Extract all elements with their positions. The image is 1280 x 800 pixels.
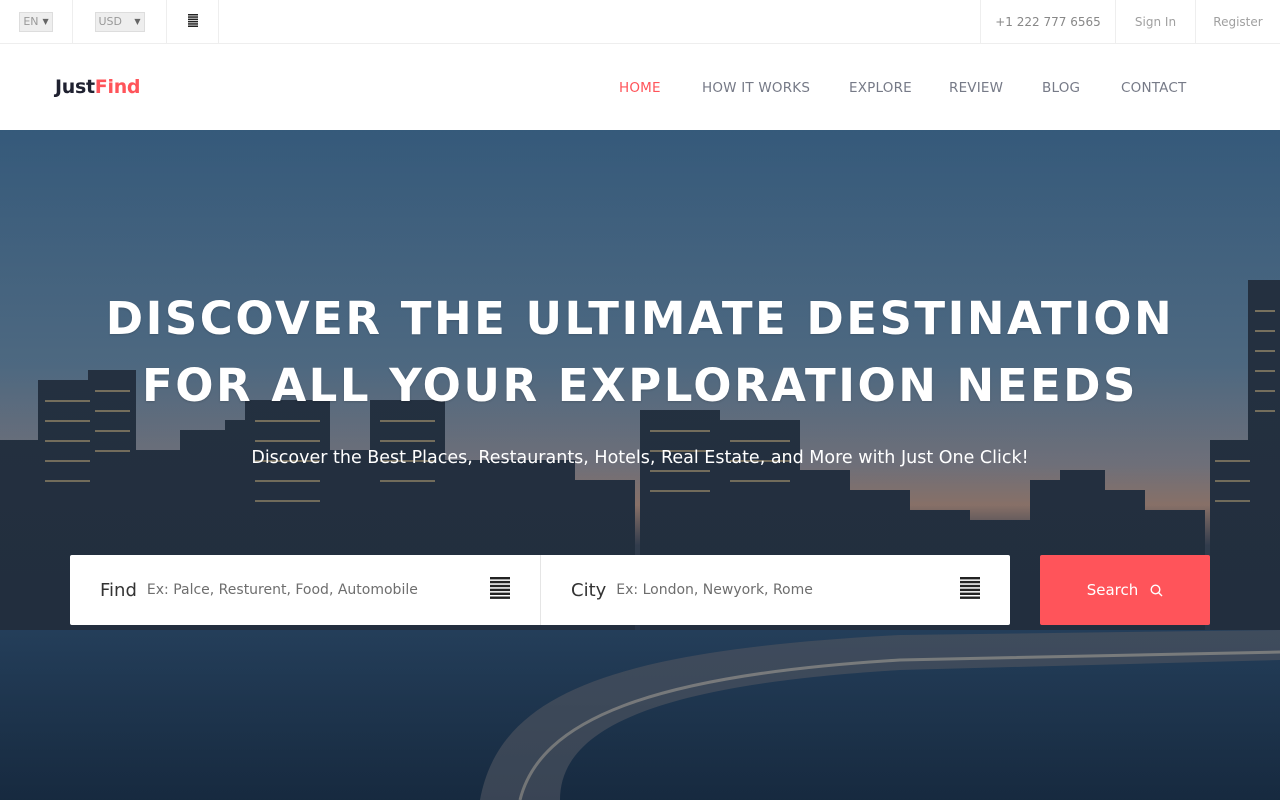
- nav-item-explore[interactable]: EXPLORE: [849, 80, 912, 96]
- nav-item-blog[interactable]: BLOG: [1042, 80, 1080, 96]
- search-button-label: Search: [1086, 581, 1139, 599]
- search-form: Find City: [70, 555, 1010, 625]
- hero-title-line1: DISCOVER THE ULTIMATE DESTINATION: [105, 292, 1175, 345]
- hero-title: DISCOVER THE ULTIMATE DESTINATION FOR AL…: [0, 285, 1280, 419]
- hero-title-line2: FOR ALL YOUR EXPLORATION NEEDS: [142, 359, 1138, 412]
- menu-icon[interactable]: [187, 13, 198, 30]
- list-icon[interactable]: [490, 577, 510, 604]
- chevron-down-icon: ▼: [134, 16, 141, 26]
- search-button[interactable]: Search: [1040, 555, 1210, 625]
- brand-logo[interactable]: JustFind: [55, 76, 141, 98]
- top-bar: EN ▼ USD ▼ +1 222 777 6565 Sign In Regis…: [0, 0, 1280, 44]
- nav-item-review[interactable]: REVIEW: [949, 80, 1003, 96]
- signin-cell: Sign In: [1116, 0, 1196, 43]
- currency-cell: USD ▼: [73, 0, 167, 43]
- main-nav: JustFind HOME HOW IT WORKS EXPLORE REVIE…: [0, 44, 1280, 130]
- menu-cell: [167, 0, 219, 43]
- register-link[interactable]: Register: [1213, 15, 1262, 29]
- brand-name-part2: Find: [94, 76, 141, 98]
- currency-value: USD: [98, 14, 123, 28]
- nav-item-contact[interactable]: CONTACT: [1121, 80, 1186, 96]
- chevron-down-icon: ▼: [42, 16, 49, 26]
- city-input[interactable]: [616, 582, 937, 598]
- search-icon: [1150, 583, 1163, 597]
- language-value: EN: [23, 14, 39, 28]
- brand-name-part1: Just: [55, 76, 95, 98]
- signin-link[interactable]: Sign In: [1135, 15, 1176, 29]
- phone-cell: +1 222 777 6565: [980, 0, 1116, 43]
- city-field: City: [540, 555, 1010, 625]
- register-cell: Register: [1196, 0, 1280, 43]
- nav-item-how-it-works[interactable]: HOW IT WORKS: [702, 80, 810, 96]
- find-label: Find: [100, 579, 137, 601]
- find-input[interactable]: [146, 582, 467, 598]
- hero-section: DISCOVER THE ULTIMATE DESTINATION FOR AL…: [0, 130, 1280, 800]
- language-select[interactable]: EN ▼: [19, 11, 53, 32]
- language-cell: EN ▼: [0, 0, 73, 43]
- list-icon[interactable]: [960, 577, 980, 604]
- currency-select[interactable]: USD ▼: [94, 11, 145, 32]
- phone-number: +1 222 777 6565: [995, 14, 1101, 29]
- nav-item-home[interactable]: HOME: [619, 80, 661, 96]
- hero-subtitle: Discover the Best Places, Restaurants, H…: [251, 448, 1029, 468]
- city-label: City: [571, 579, 607, 601]
- find-field: Find: [70, 555, 540, 625]
